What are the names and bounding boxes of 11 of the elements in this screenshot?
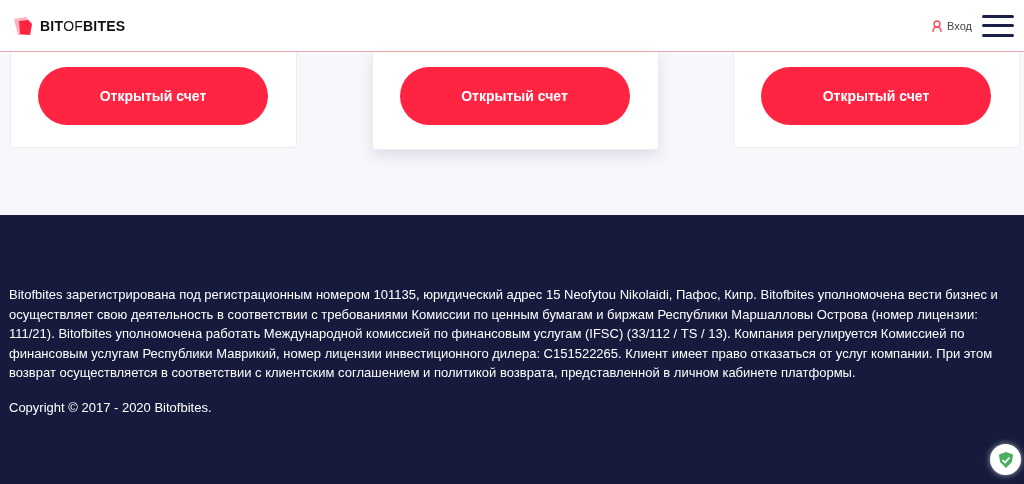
user-icon	[932, 19, 943, 32]
open-account-button[interactable]: Открытый счет	[761, 67, 991, 125]
shield-check-icon	[998, 451, 1013, 468]
open-account-button[interactable]: Открытый счет	[38, 67, 268, 125]
menu-button[interactable]	[982, 14, 1014, 37]
login-link[interactable]: Вход	[932, 19, 972, 32]
logo-text: BITOFBITES	[40, 17, 126, 34]
copyright-text: Copyright © 2017 - 2020 Bitofbites.	[9, 399, 213, 415]
security-badge[interactable]	[990, 444, 1021, 475]
open-account-button[interactable]: Открытый счет	[399, 67, 630, 125]
legal-text: Bitofbites зарегистрирована под регистрационным номером 101135, юридический адрес 15 Neofytou Nikolaidi, Пафос, Кипр. Bitofbites уполномочена вести бизнес и осуществляет свою деятельность в соответствии с требованиями Комиссии по ценным бумагам и биржам Республики Маршалловы Острова (номер лицензии: 111/21). Bitofbites уполномочена работать Международной комиссией по финансовым услугам (IFSC) (33/112 / TS / 13). Компания регулируется Комиссией по финансовым услугам Республики Маврикий, номер лицензии инвестиционного дилера: C151522265. Клиент имеет право отказаться от услуг компании. При этом возврат осуществляется в соответствии с клиентским соглашением и политикой возврата, представленной в личном кабинете платформы.	[9, 286, 999, 382]
